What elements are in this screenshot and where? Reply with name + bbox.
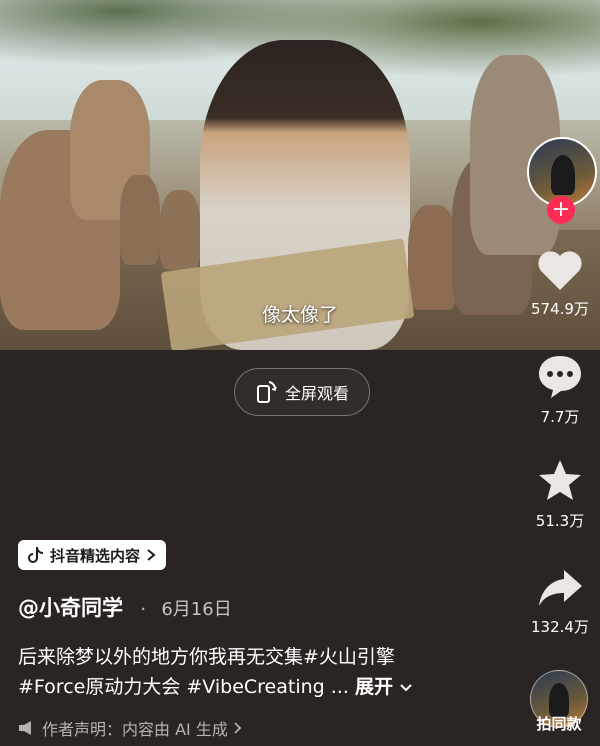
expand-button[interactable]: 展开: [355, 676, 412, 698]
caption-line-1: 后来除梦以外的地方你我再无交集#火山引擎: [18, 646, 395, 668]
megaphone-icon: [19, 721, 31, 735]
douyin-logo-icon: [28, 547, 43, 563]
follow-button[interactable]: +: [547, 196, 575, 224]
star-icon: [539, 460, 581, 500]
comment-icon: [539, 356, 581, 398]
video-figure: [120, 175, 160, 265]
comment-count: 7.7万: [540, 408, 580, 426]
post-date: 6月16日: [161, 599, 232, 620]
like-button[interactable]: 574.9万: [525, 248, 595, 319]
like-count: 574.9万: [531, 300, 589, 318]
video-subtitle: 像太像了: [262, 304, 339, 326]
badge-label: 抖音精选内容: [50, 546, 141, 565]
favorite-button[interactable]: 51.3万: [525, 458, 595, 531]
video-figure: [408, 205, 458, 310]
caption-line-2: #Force原动力大会 #VibeCreating ... 展开: [18, 672, 528, 702]
same-style-label[interactable]: 拍同款: [524, 713, 594, 734]
chevron-right-icon: [234, 722, 242, 734]
caption-text-2: #Force原动力大会 #VibeCreating ...: [18, 676, 349, 698]
author-info: @小奇同学 · 6月16日: [18, 592, 232, 622]
share-button[interactable]: 132.4万: [525, 566, 595, 637]
chevron-right-icon: [147, 549, 156, 561]
fullscreen-label: 全屏观看: [284, 384, 349, 403]
share-arrow-icon: [539, 570, 582, 606]
disclaimer-label: 作者声明：内容由 AI 生成: [42, 720, 228, 739]
author-separator: ·: [140, 599, 147, 620]
featured-badge[interactable]: 抖音精选内容: [18, 540, 167, 570]
favorite-count: 51.3万: [535, 512, 585, 530]
chevron-down-icon: [399, 684, 412, 692]
comment-button[interactable]: 7.7万: [525, 352, 595, 427]
expand-label: 展开: [354, 676, 393, 698]
video-figure: [160, 190, 200, 270]
caption[interactable]: 后来除梦以外的地方你我再无交集#火山引擎 #Force原动力大会 #VibeCr…: [18, 642, 528, 702]
thumb-figure: [549, 683, 569, 717]
avatar-figure: [551, 155, 575, 195]
author-name[interactable]: @小奇同学: [18, 596, 123, 620]
ai-disclaimer[interactable]: 作者声明：内容由 AI 生成: [18, 716, 242, 740]
rotate-phone-icon: [256, 381, 277, 403]
fullscreen-button[interactable]: 全屏观看: [234, 368, 370, 416]
video-player[interactable]: 像太像了: [0, 0, 600, 350]
heart-icon: [538, 251, 582, 290]
share-count: 132.4万: [531, 618, 589, 636]
